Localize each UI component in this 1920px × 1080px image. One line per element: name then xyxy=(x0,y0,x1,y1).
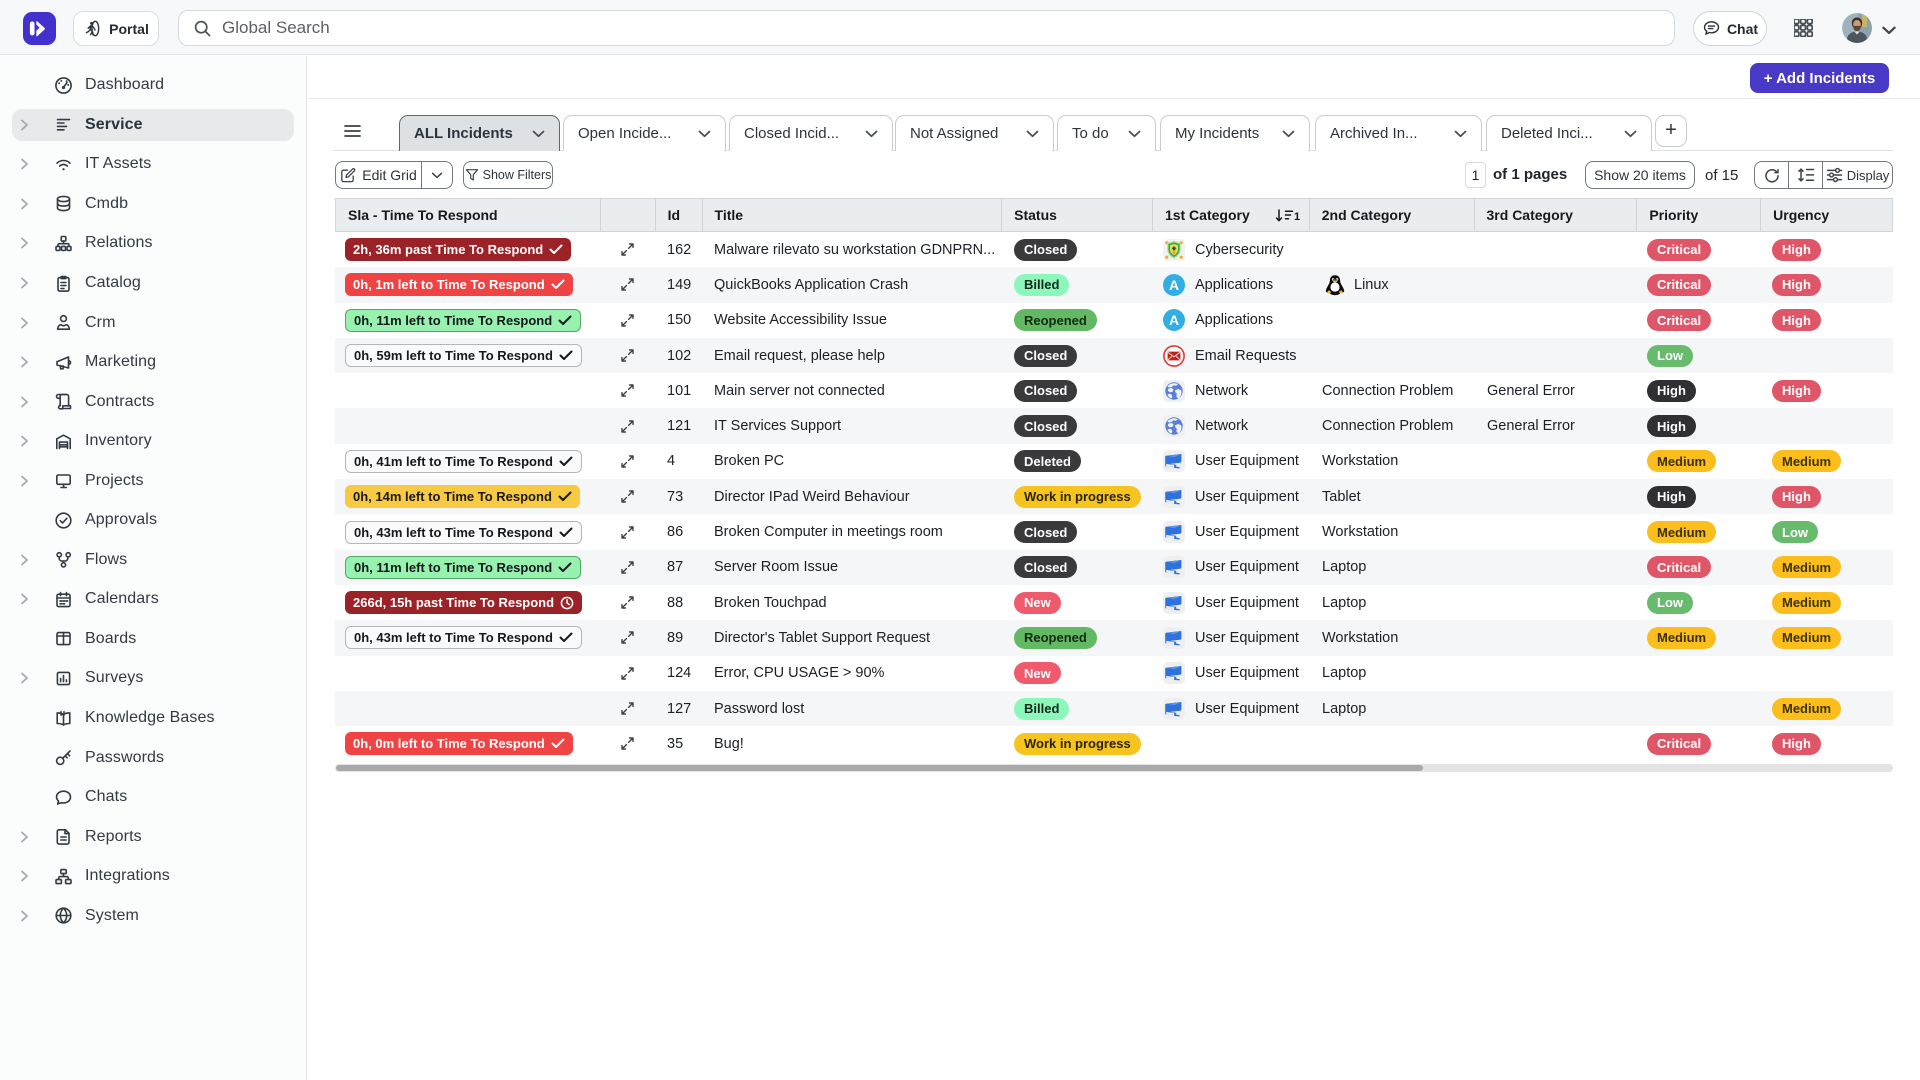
svg-text:A: A xyxy=(1169,277,1179,293)
svg-text:1: 1 xyxy=(1294,211,1300,223)
svg-text:A: A xyxy=(1169,312,1179,328)
